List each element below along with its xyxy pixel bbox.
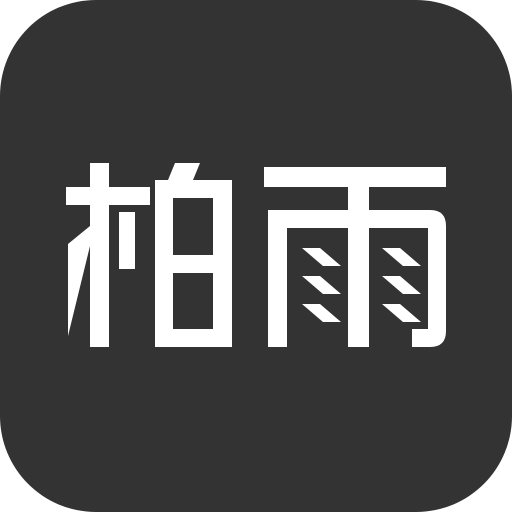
app-icon[interactable] [0,0,512,512]
logo-icon [66,163,446,347]
logo-glyph-bai [66,163,232,347]
logo-glyph-yu [264,167,446,347]
